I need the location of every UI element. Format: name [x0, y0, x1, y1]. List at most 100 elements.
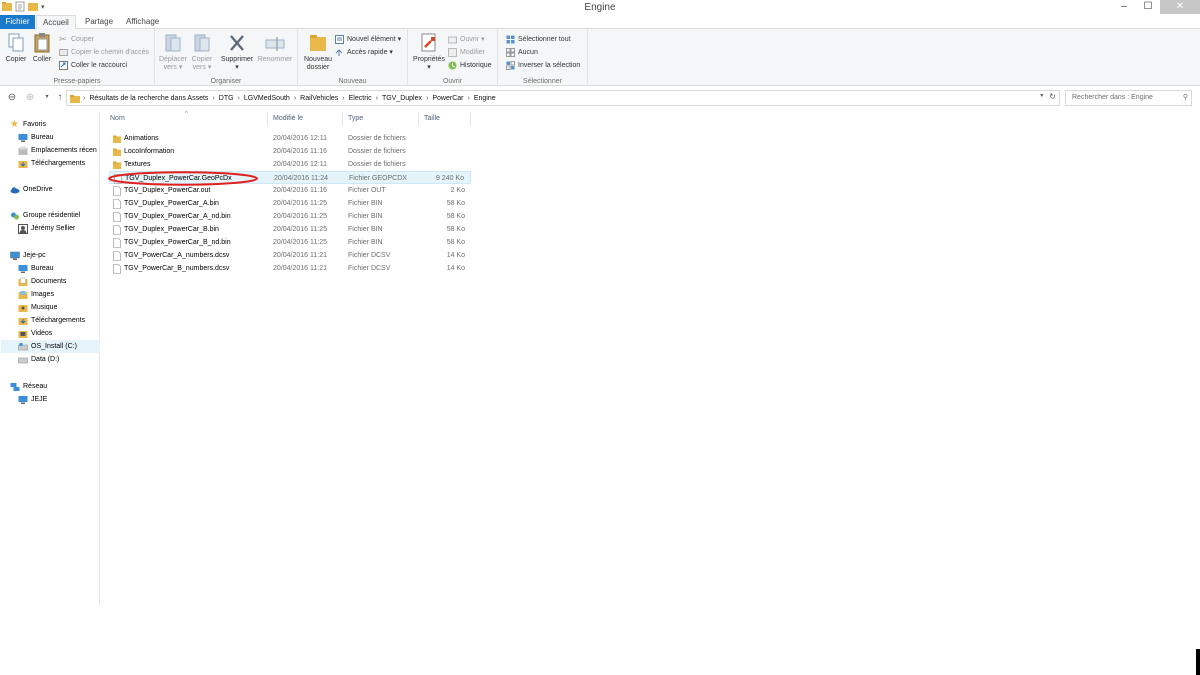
open-icon [448, 36, 457, 43]
breadcrumb-item[interactable]: TGV_Duplex [379, 95, 425, 102]
file-row[interactable]: LocoInformation 20/04/2016 11:16 Dossier d… [109, 145, 471, 158]
group-label-ouvrir: Ouvrir [442, 78, 463, 85]
nav-item-pc-bureau[interactable]: Bureau [18, 262, 54, 275]
nav-label: OneDrive [23, 186, 53, 193]
copy-to-button[interactable]: Copier vers ▾ [189, 32, 215, 72]
breadcrumb-item[interactable]: Engine [471, 95, 499, 102]
file-name-cell: TGV_Duplex_PowerCar_A.bin [113, 197, 219, 210]
file-row[interactable]: Textures 20/04/2016 12:11 Dossier de fichi… [109, 158, 471, 171]
tab-fichier[interactable]: Fichier [0, 15, 35, 29]
select-all-button[interactable]: Sélectionner tout [506, 33, 571, 45]
nav-item-emplacements[interactable]: Emplacements récen [18, 144, 100, 157]
breadcrumb-item[interactable]: Electric [346, 95, 375, 102]
column-header-type[interactable]: Type [343, 112, 419, 126]
refresh-icon[interactable]: ↻ [1049, 92, 1056, 101]
file-row[interactable]: TGV_Duplex_PowerCar_B.bin 20/04/2016 11:2… [109, 223, 471, 236]
column-header-modifie[interactable]: Modifié le [268, 112, 343, 126]
tab-affichage[interactable]: Affichage [120, 15, 165, 29]
nav-item-images[interactable]: Images [18, 288, 54, 301]
paste-shortcut-button[interactable]: Coller le raccourci [59, 59, 127, 71]
search-icon[interactable]: ⚲ [1183, 93, 1188, 101]
paste-label: Coller [32, 56, 52, 63]
file-type: Fichier BIN [348, 226, 383, 233]
delete-button[interactable]: Supprimer ▾ [219, 32, 255, 72]
breadcrumb-item[interactable]: PowerCar [429, 95, 466, 102]
nav-item-documents[interactable]: Documents [18, 275, 66, 288]
delete-dropdown-icon[interactable]: ▾ [219, 64, 255, 72]
breadcrumb-item[interactable]: DTG [216, 95, 237, 102]
file-row[interactable]: TGV_Duplex_PowerCar.out 20/04/2016 11:16 F… [109, 184, 471, 197]
file-name: Textures [124, 161, 151, 168]
nav-item-musique[interactable]: Musique [18, 301, 57, 314]
breadcrumb-item[interactable]: LGVMedSouth [241, 95, 293, 102]
recent-locations-button[interactable]: ▾ [40, 91, 54, 105]
minimize-button[interactable]: – [1112, 0, 1136, 14]
breadcrumb-item[interactable]: Résultats de la recherche dans Assets [86, 95, 211, 102]
nav-item-pc-telechargements[interactable]: Téléchargements [18, 314, 85, 327]
nav-item-videos[interactable]: Vidéos [18, 327, 52, 340]
properties-button[interactable]: Propriétés ▾ [411, 32, 447, 72]
properties-dropdown-icon[interactable]: ▾ [411, 64, 447, 72]
file-row[interactable]: TGV_Duplex_PowerCar_A.bin 20/04/2016 11:2… [109, 197, 471, 210]
move-to-button[interactable]: Déplacer vers ▾ [158, 32, 188, 72]
file-type: Dossier de fichiers [348, 148, 406, 155]
breadcrumb-item[interactable]: RailVehicles [297, 95, 341, 102]
file-row[interactable]: TGV_PowerCar_A_numbers.dcsv 20/04/2016 11… [109, 249, 471, 262]
address-row: ⊖ ⊕ ▾ ↑ › Résultats de la recherche dans… [0, 88, 1200, 108]
group-label-selectionner: Sélectionner [523, 78, 562, 85]
nav-item-jeremy-sellier[interactable]: Jérémy Sellier [18, 222, 75, 235]
close-button[interactable]: ✕ [1160, 0, 1200, 14]
nav-item-bureau[interactable]: Bureau [18, 131, 54, 144]
group-label-presse-papiers: Presse-papiers [53, 78, 101, 85]
file-row[interactable]: TGV_PowerCar_B_numbers.dcsv 20/04/2016 11… [109, 262, 471, 275]
nav-item-favoris[interactable]: ★ Favoris [10, 118, 46, 131]
file-row[interactable]: TGV_Duplex_PowerCar_B_nd.bin 20/04/2016 1… [109, 236, 471, 249]
nav-item-jeje-pc[interactable]: Jeje-pc [10, 249, 46, 262]
tab-accueil[interactable]: Accueil [36, 15, 76, 30]
nav-item-reseau[interactable]: Réseau [10, 380, 47, 393]
file-name: Animations [124, 135, 159, 142]
nav-label: Bureau [31, 134, 54, 141]
forward-button[interactable]: ⊕ [23, 91, 37, 105]
nav-item-onedrive[interactable]: OneDrive [10, 183, 53, 196]
nav-item-jeje[interactable]: JEJE [18, 393, 47, 406]
nav-item-telechargements[interactable]: Téléchargements [18, 157, 85, 170]
up-button[interactable]: ↑ [53, 91, 67, 105]
tab-partage[interactable]: Partage [79, 15, 119, 29]
file-type: Fichier BIN [348, 239, 383, 246]
nav-item-data[interactable]: Data (D:) [18, 353, 59, 366]
rename-button[interactable]: Renommer [257, 32, 293, 64]
new-folder-button[interactable]: Nouveau dossier [301, 32, 335, 72]
nav-label: Images [31, 291, 54, 298]
paste-button[interactable]: Coller [30, 32, 54, 64]
copy-button[interactable]: Copier [4, 32, 28, 64]
column-header-nom[interactable]: Nom ^ [105, 111, 268, 126]
nav-item-groupe-residentiel[interactable]: Groupe résidentiel [10, 209, 80, 222]
group-presse-papiers: Copier Coller ✂ Couper Copier le chemin … [0, 29, 155, 86]
open-button[interactable]: Ouvrir ▾ [448, 33, 485, 45]
documents-icon [18, 277, 28, 286]
search-input[interactable]: Rechercher dans : Engine ⚲ [1065, 90, 1192, 106]
nav-item-os-install[interactable]: OS_Install (C:) [1, 340, 100, 353]
history-button[interactable]: Historique [448, 59, 492, 71]
cut-button[interactable]: ✂ Couper [59, 33, 94, 45]
edit-button[interactable]: Modifier [448, 46, 485, 58]
screen-edge-mark [1196, 649, 1200, 675]
new-item-label: Nouvel élément ▾ [347, 36, 402, 43]
back-button[interactable]: ⊖ [5, 91, 19, 105]
chevron-down-icon[interactable]: ▾ [1040, 92, 1043, 101]
address-bar[interactable]: › Résultats de la recherche dans Assets ›… [66, 90, 1060, 106]
invert-selection-button[interactable]: Inverser la sélection [506, 59, 580, 71]
select-none-button[interactable]: Aucun [506, 46, 538, 58]
file-row[interactable]: Animations 20/04/2016 12:11 Dossier de fic… [109, 132, 471, 145]
column-header-taille[interactable]: Taille [419, 112, 471, 126]
file-date: 20/04/2016 11:21 [273, 252, 327, 259]
file-type: Fichier DCSV [348, 252, 391, 259]
quick-access-button[interactable]: Accès rapide ▾ [335, 46, 393, 58]
maximize-button[interactable]: ☐ [1136, 0, 1160, 14]
file-row[interactable]: TGV_Duplex_PowerCar_A_nd.bin 20/04/2016 1… [109, 210, 471, 223]
copy-path-button[interactable]: Copier le chemin d'accès [59, 46, 149, 58]
user-icon [18, 223, 28, 234]
new-item-button[interactable]: Nouvel élément ▾ [335, 33, 401, 45]
file-row[interactable]: TGV_Duplex_PowerCar.GeoPcDx 20/04/2016 11… [109, 171, 471, 184]
